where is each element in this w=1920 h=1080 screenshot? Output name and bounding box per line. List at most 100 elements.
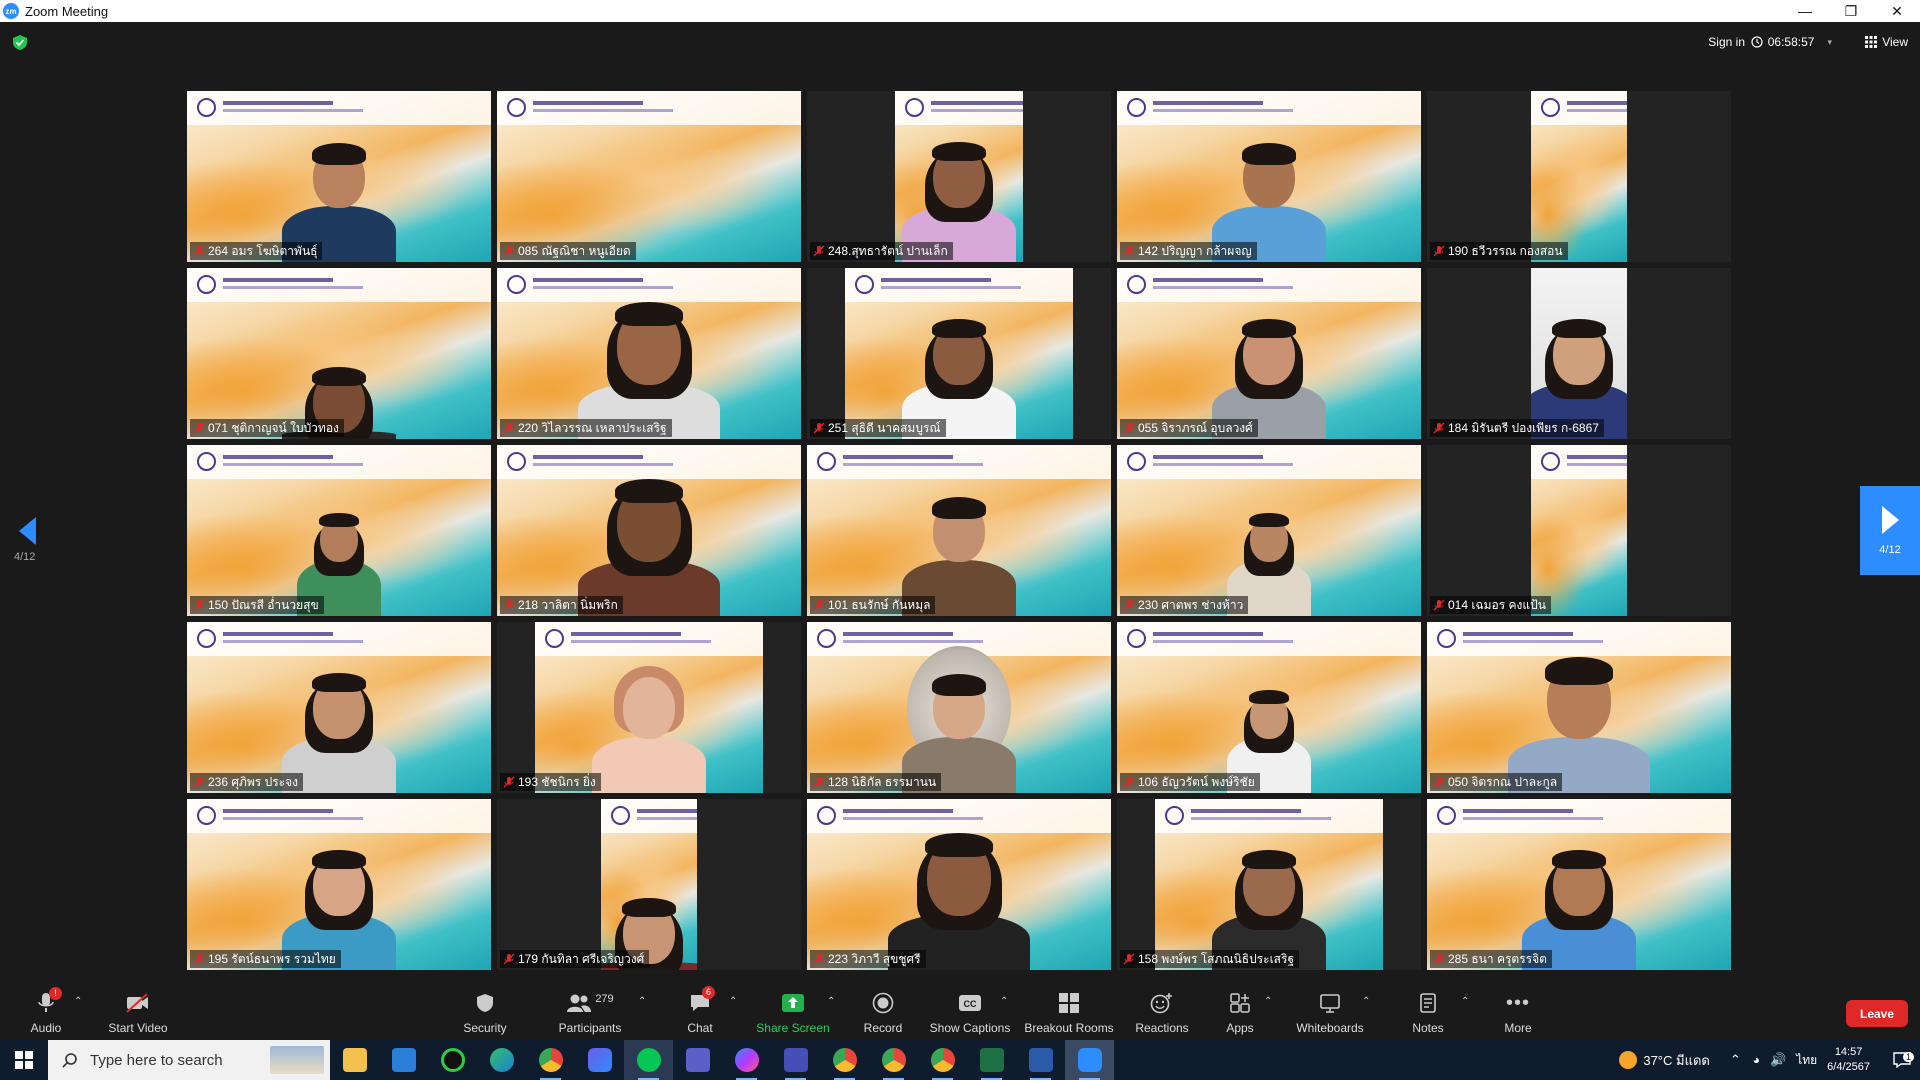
participant-tile[interactable]: 251 สุธิดี นาคสมบูรณ์ <box>807 268 1111 439</box>
mail-taskbar-icon[interactable] <box>379 1040 428 1080</box>
whiteboards-options-chevron-icon[interactable]: ⌃ <box>1362 996 1370 1007</box>
copilot-taskbar-icon[interactable] <box>575 1040 624 1080</box>
meeting-timer[interactable]: 06:58:57 ▾ <box>1743 31 1840 53</box>
participant-tile[interactable]: 190 ธวีวรรณ กองสอน <box>1427 91 1731 262</box>
apps-options-chevron-icon[interactable]: ⌃ <box>1264 996 1272 1007</box>
chrome-profile-3-taskbar-icon[interactable] <box>869 1040 918 1080</box>
view-button[interactable]: View <box>1865 31 1908 53</box>
input-language[interactable]: ไทย <box>1796 1051 1817 1070</box>
record-button[interactable]: Record <box>858 983 908 1040</box>
restore-button[interactable]: ❐ <box>1828 0 1874 22</box>
notes-button[interactable]: Notes <box>1412 983 1444 1040</box>
participant-name: 251 สุธิดี นาคสมบูรณ์ <box>828 420 941 435</box>
system-tray: 37°C มีแดด ⌃ ◕ 🔊 ไทย 14:57 6/4/2567 1 <box>1619 1040 1920 1080</box>
zoom-taskbar-icon[interactable] <box>1065 1040 1114 1080</box>
chat-options-chevron-icon[interactable]: ⌃ <box>729 996 737 1007</box>
participant-tile[interactable]: 220 วิไลวรรณ เหลาประเสริฐ <box>497 268 801 439</box>
chrome-profile-4-taskbar-icon[interactable] <box>918 1040 967 1080</box>
participant-tile[interactable]: 128 นิธิกัล ธรรมานน <box>807 622 1111 793</box>
minimize-button[interactable]: — <box>1782 0 1828 22</box>
sign-in-link[interactable]: Sign in <box>1708 35 1745 49</box>
next-page-button[interactable]: 4/12 <box>1860 486 1920 575</box>
participant-tile[interactable]: 142 ปริญญา กล้าผจญ <box>1117 91 1421 262</box>
participant-figure <box>497 445 801 616</box>
participant-tile[interactable]: 230 ศาตพร ช่างห้าว <box>1117 445 1421 616</box>
participant-nameplate: 050 จิตรกณ ปาละกูล <box>1430 773 1563 791</box>
chrome-profile-2-taskbar-icon[interactable] <box>820 1040 869 1080</box>
breakout-rooms-button[interactable]: Breakout Rooms <box>1022 983 1116 1040</box>
close-button[interactable]: ✕ <box>1874 0 1920 22</box>
participant-nameplate: 251 สุธิดี นาคสมบูรณ์ <box>810 419 946 437</box>
previous-page-button[interactable]: 4/12 <box>14 512 44 572</box>
share-options-chevron-icon[interactable]: ⌃ <box>827 996 835 1007</box>
record-label: Record <box>863 1021 903 1035</box>
reactions-label: Reactions <box>1135 1021 1189 1035</box>
participant-tile[interactable]: 158 พงษ์พร โสภณนิธิประเสริฐ <box>1117 799 1421 970</box>
participant-nameplate: 128 นิธิกัล ธรรมานน <box>810 773 942 791</box>
participant-tile[interactable]: 179 กันทิลา ศรีเจริญวงศ์ <box>497 799 801 970</box>
participant-tile[interactable]: 050 จิตรกณ ปาละกูล <box>1427 622 1731 793</box>
participant-tile[interactable]: 193 ชัชนิกร ยิ่ง <box>497 622 801 793</box>
share-screen-button[interactable]: Share Screen <box>753 983 833 1040</box>
reactions-button[interactable]: Reactions <box>1134 983 1190 1040</box>
notes-options-chevron-icon[interactable]: ⌃ <box>1461 996 1469 1007</box>
volume-icon[interactable]: 🔊 <box>1770 1052 1786 1068</box>
participant-tile[interactable]: 101 ธนรักษ์ กันหมุล <box>807 445 1111 616</box>
leave-button[interactable]: Leave <box>1846 1000 1908 1027</box>
taskbar-search-box[interactable]: Type here to search <box>48 1040 330 1080</box>
more-button[interactable]: ••• More <box>1502 983 1534 1040</box>
tray-expand-chevron-icon[interactable]: ⌃ <box>1730 1052 1741 1068</box>
chrome-taskbar-icon[interactable] <box>526 1040 575 1080</box>
participant-tile[interactable]: 195 รัตน์ธนาพร รวมไทย <box>187 799 491 970</box>
notification-center-button[interactable]: 1 <box>1884 1052 1920 1068</box>
encryption-shield-icon[interactable] <box>13 35 27 50</box>
show-captions-button[interactable]: CC Show Captions <box>928 983 1012 1040</box>
captions-options-chevron-icon[interactable]: ⌃ <box>1000 996 1008 1007</box>
participant-tile[interactable]: 223 วิภาวี สุขชูศรี <box>807 799 1111 970</box>
apps-button[interactable]: Apps <box>1222 983 1258 1040</box>
participant-figure <box>807 445 1111 616</box>
excel-taskbar-icon[interactable] <box>967 1040 1016 1080</box>
weather-widget[interactable]: 37°C มีแดด <box>1619 1050 1710 1071</box>
windows-start-button[interactable] <box>0 1040 48 1080</box>
participant-name: 236 ศุภิพร ประจง <box>208 774 298 789</box>
participant-video <box>845 268 1073 439</box>
security-button[interactable]: Security <box>455 983 515 1040</box>
muted-mic-icon <box>1123 245 1135 257</box>
participant-tile[interactable]: 218 วาลิตา นิ่มพริก <box>497 445 801 616</box>
participant-tile[interactable]: 285 ธนา ครุตรรจิต <box>1427 799 1731 970</box>
muted-mic-icon <box>1433 245 1445 257</box>
participant-name: 142 ปริญญา กล้าผจญ <box>1138 243 1252 258</box>
participant-tile[interactable]: 248.สุทธารัตน์ ปานเล็ก <box>807 91 1111 262</box>
start-video-button[interactable]: Start Video <box>103 983 173 1040</box>
word-taskbar-icon[interactable] <box>1016 1040 1065 1080</box>
participant-tile[interactable]: 150 ปัณรสี อ่ำนวยสุข <box>187 445 491 616</box>
whiteboards-button[interactable]: Whiteboards <box>1292 983 1368 1040</box>
media-app-taskbar-icon[interactable] <box>428 1040 477 1080</box>
edge-taskbar-icon[interactable] <box>477 1040 526 1080</box>
participant-tile[interactable]: 014 เฉมอร คงแป้น <box>1427 445 1731 616</box>
participant-name: 218 วาลิตา นิ่มพริก <box>518 597 618 612</box>
wifi-icon[interactable]: ◕ <box>1753 1053 1760 1067</box>
teams-work-taskbar-icon[interactable] <box>771 1040 820 1080</box>
line-taskbar-icon[interactable] <box>624 1040 673 1080</box>
participant-name: 055 จิราภรณ์ อุบลวงศ์ <box>1138 420 1253 435</box>
participant-tile[interactable]: 071 ชุติกาญจน์ ใบบัวทอง <box>187 268 491 439</box>
participant-tile[interactable]: 184 มิรันตรี ปองเพียร ก-6867 <box>1427 268 1731 439</box>
taskbar-clock[interactable]: 14:57 6/4/2567 <box>1827 1045 1870 1075</box>
messenger-taskbar-icon[interactable] <box>722 1040 771 1080</box>
muted-mic-icon <box>1123 599 1135 611</box>
participant-tile[interactable]: 264 อมร โฆษิตาพันธุ์ <box>187 91 491 262</box>
file-explorer-taskbar-icon[interactable] <box>330 1040 379 1080</box>
participants-button[interactable]: 279 Participants <box>552 983 628 1040</box>
audio-options-chevron-icon[interactable]: ⌃ <box>74 996 82 1007</box>
participants-options-chevron-icon[interactable]: ⌃ <box>638 996 646 1007</box>
audio-button[interactable]: ! Audio <box>22 983 70 1040</box>
teams-taskbar-icon[interactable] <box>673 1040 722 1080</box>
participant-tile[interactable]: 106 ธัญวรัตน์ พงษ์ริชัย <box>1117 622 1421 793</box>
participant-tile[interactable]: 055 จิราภรณ์ อุบลวงศ์ <box>1117 268 1421 439</box>
participants-label: Participants <box>558 1021 622 1035</box>
chat-button[interactable]: 6 Chat <box>680 983 720 1040</box>
participant-tile[interactable]: 085 ณัฐณิชา หนูเอียด <box>497 91 801 262</box>
participant-tile[interactable]: 236 ศุภิพร ประจง <box>187 622 491 793</box>
